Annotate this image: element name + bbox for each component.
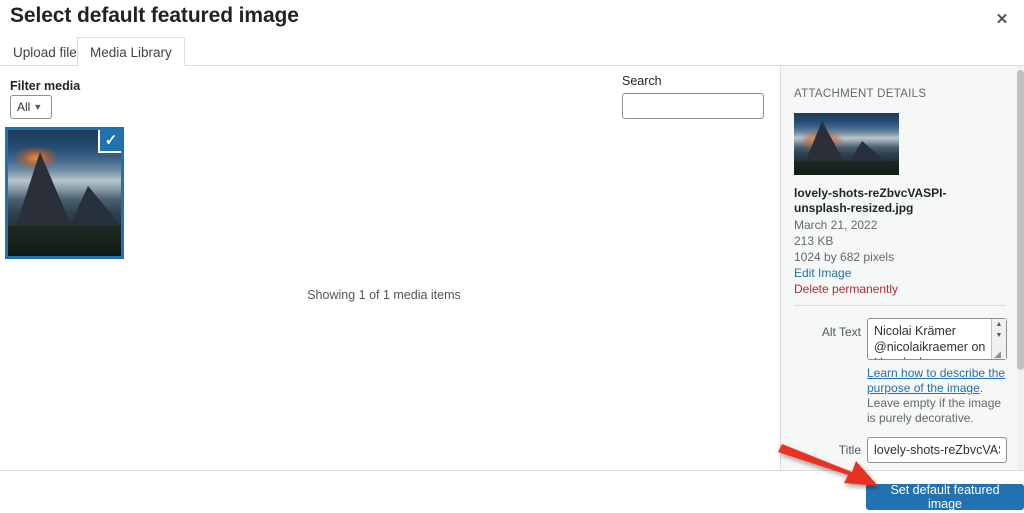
set-default-featured-image-button[interactable]: Set default featured image [866,483,1024,511]
foreground-shape [8,226,121,256]
attachment-details-panel: ATTACHMENT DETAILS lovely-shots-reZbvcVA… [780,66,1017,470]
filter-media-select[interactable]: All ▼ [10,95,52,119]
modal-scrollbar[interactable] [1017,66,1024,470]
attachment-filename: lovely-shots-reZbvcVASPI-unsplash-resize… [794,186,947,215]
footer-divider [0,470,1024,471]
search-input[interactable] [622,93,764,119]
scroll-up-icon[interactable]: ▲ [996,319,1003,330]
attachment-preview-canvas [794,113,899,175]
attachment-date: March 21, 2022 [794,218,878,232]
close-icon[interactable]: ✕ [986,4,1018,34]
mountain-shape [14,152,74,232]
foreground-shape [794,161,899,175]
filter-media-label: Filter media [10,79,81,93]
tab-upload-files-label: Upload files [13,44,84,60]
attachment-filesize: 213 KB [794,234,834,248]
check-icon[interactable]: ✓ [98,130,121,153]
attachment-details-heading: ATTACHMENT DETAILS [794,88,927,100]
chevron-down-icon: ▼ [33,101,43,112]
title-field[interactable] [867,437,1007,463]
tab-media-library[interactable]: Media Library [77,37,185,67]
media-grid: ✓ Showing 1 of 1 media items [0,122,780,470]
filter-media-value: All [17,100,31,114]
search-label: Search [622,74,662,88]
title-label: Title [838,443,861,457]
tab-media-library-label: Media Library [90,45,172,60]
attachment-preview-image[interactable] [794,113,899,175]
edit-image-link[interactable]: Edit Image [794,266,851,280]
delete-permanently-link[interactable]: Delete permanently [794,282,898,296]
alt-text-help: Learn how to describe the purpose of the… [867,366,1007,426]
modal-scrollbar-thumb[interactable] [1017,70,1024,370]
mountain-shape [804,121,846,165]
sidebar-divider [794,305,1006,306]
scroll-down-icon[interactable]: ▼ [996,330,1003,341]
tab-bar: Upload files Media Library [0,37,1024,67]
media-count-status: Showing 1 of 1 media items [307,288,461,302]
media-modal: Select default featured image ✕ Upload f… [0,0,1024,513]
alt-text-field[interactable] [867,318,1007,360]
page-title: Select default featured image [10,4,299,27]
media-item-thumbnail[interactable]: ✓ [5,127,124,259]
resize-grip-icon[interactable]: ◢ [994,349,1005,360]
alt-text-label: Alt Text [821,325,861,339]
attachment-dimensions: 1024 by 682 pixels [794,250,895,264]
alt-text-help-link[interactable]: Learn how to describe the purpose of the… [867,366,1005,395]
